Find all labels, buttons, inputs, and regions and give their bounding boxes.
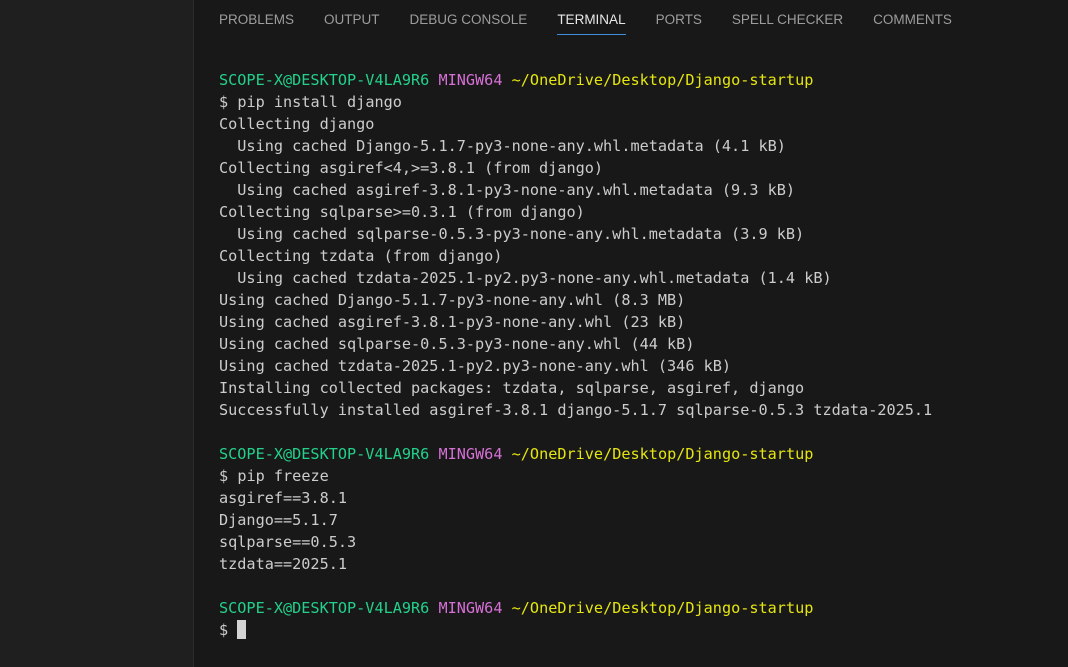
output-line: Using cached tzdata-2025.1-py2.py3-none-… (219, 357, 732, 375)
output-line: Using cached Django-5.1.7-py3-none-any.w… (219, 291, 686, 309)
tab-output[interactable]: OUTPUT (324, 0, 380, 34)
input-line[interactable]: $ (219, 619, 1059, 641)
prompt-user-host: SCOPE-X@DESKTOP-V4LA9R6 (219, 599, 430, 617)
bottom-panel: PROBLEMS OUTPUT DEBUG CONSOLE TERMINAL P… (194, 0, 1068, 667)
output-line: asgiref==3.8.1 (219, 489, 348, 507)
terminal-cursor (237, 620, 247, 639)
panel-tabs: PROBLEMS OUTPUT DEBUG CONSOLE TERMINAL P… (219, 0, 982, 40)
prompt-user-host: SCOPE-X@DESKTOP-V4LA9R6 (219, 71, 430, 89)
output-line: Successfully installed asgiref-3.8.1 dja… (219, 401, 933, 419)
prompt-shell: MINGW64 (438, 445, 503, 463)
command-line: $ pip freeze (219, 465, 1059, 487)
output-line: Installing collected packages: tzdata, s… (219, 379, 805, 397)
tab-ports[interactable]: PORTS (656, 0, 702, 34)
output-line: tzdata==2025.1 (219, 555, 348, 573)
output-line: Collecting django (219, 115, 375, 133)
prompt-symbol: $ (219, 467, 229, 485)
output-line: Django==5.1.7 (219, 511, 338, 529)
command-line: $ pip install django (219, 91, 1059, 113)
output-line: Using cached tzdata-2025.1-py2.py3-none-… (219, 269, 832, 287)
output-line: Using cached asgiref-3.8.1-py3-none-any.… (219, 313, 686, 331)
command-text: pip freeze (237, 467, 329, 485)
prompt-line: SCOPE-X@DESKTOP-V4LA9R6 MINGW64 ~/OneDri… (219, 597, 1059, 619)
tab-debug-console[interactable]: DEBUG CONSOLE (410, 0, 528, 34)
prompt-line: SCOPE-X@DESKTOP-V4LA9R6 MINGW64 ~/OneDri… (219, 443, 1059, 465)
output-line: sqlparse==0.5.3 (219, 533, 357, 551)
tab-terminal[interactable]: TERMINAL (557, 0, 626, 35)
output-line: Using cached asgiref-3.8.1-py3-none-any.… (219, 181, 796, 199)
output-line: Using cached sqlparse-0.5.3-py3-none-any… (219, 225, 805, 243)
tab-comments[interactable]: COMMENTS (873, 0, 952, 34)
tab-spell-checker[interactable]: SPELL CHECKER (732, 0, 843, 34)
terminal-output[interactable]: SCOPE-X@DESKTOP-V4LA9R6 MINGW64 ~/OneDri… (219, 69, 1059, 641)
prompt-shell: MINGW64 (438, 71, 503, 89)
output-line: Collecting sqlparse>=0.3.1 (from django) (219, 203, 585, 221)
tab-problems[interactable]: PROBLEMS (219, 0, 294, 34)
prompt-shell: MINGW64 (438, 599, 503, 617)
output-line: Collecting asgiref<4,>=3.8.1 (from djang… (219, 159, 604, 177)
prompt-user-host: SCOPE-X@DESKTOP-V4LA9R6 (219, 445, 430, 463)
prompt-path: ~/OneDrive/Desktop/Django-startup (511, 445, 814, 463)
output-line: Using cached sqlparse-0.5.3-py3-none-any… (219, 335, 695, 353)
prompt-symbol: $ (219, 621, 229, 639)
command-text: pip install django (237, 93, 402, 111)
prompt-symbol: $ (219, 93, 229, 111)
left-editor-area (0, 0, 194, 667)
output-line: Collecting tzdata (from django) (219, 247, 503, 265)
output-line: Using cached Django-5.1.7-py3-none-any.w… (219, 137, 786, 155)
prompt-path: ~/OneDrive/Desktop/Django-startup (511, 71, 814, 89)
prompt-path: ~/OneDrive/Desktop/Django-startup (511, 599, 814, 617)
prompt-line: SCOPE-X@DESKTOP-V4LA9R6 MINGW64 ~/OneDri… (219, 69, 1059, 91)
